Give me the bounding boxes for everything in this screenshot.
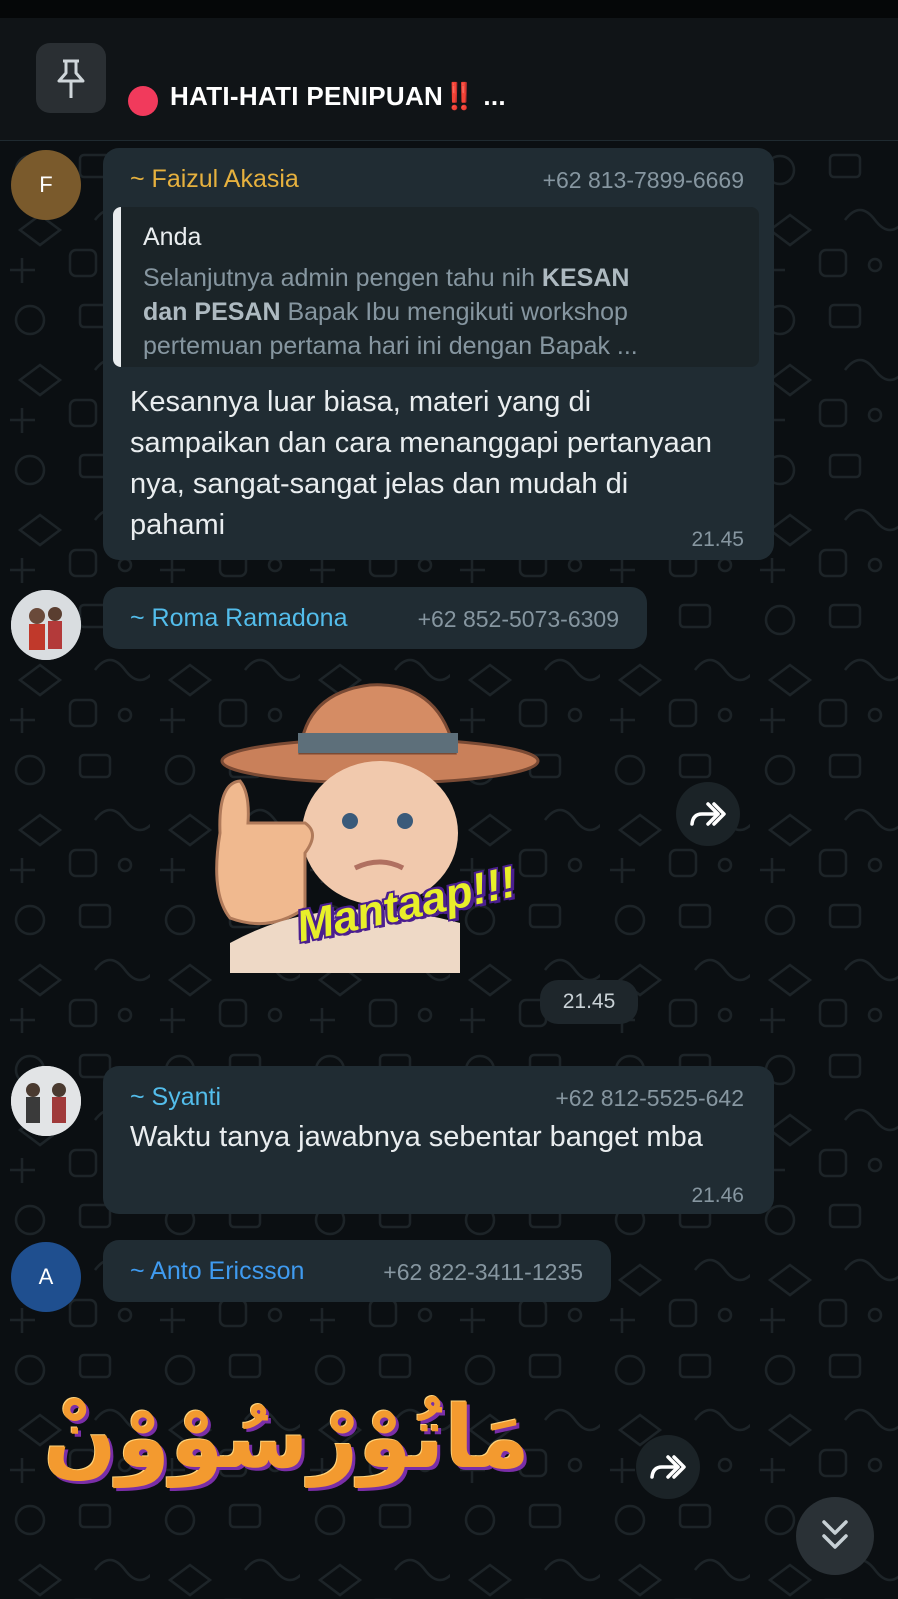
- status-strip: [0, 0, 898, 18]
- avatar[interactable]: [11, 590, 81, 660]
- sender-name[interactable]: ~ Faizul Akasia: [130, 165, 299, 194]
- message-time: 21.45: [691, 528, 744, 551]
- avatar[interactable]: A: [11, 1242, 81, 1312]
- quote-line: pertemuan pertama hari ini dengan Bapak …: [143, 332, 638, 360]
- message-text: Waktu tanya jawabnya sebentar banget mba: [130, 1121, 703, 1153]
- pin-icon: [57, 59, 85, 98]
- forward-button[interactable]: [636, 1435, 700, 1499]
- scroll-to-bottom-button[interactable]: [796, 1497, 874, 1575]
- double-chevron-down-icon: [822, 1520, 848, 1549]
- message-bubble[interactable]: ~ Syanti +62 812-5525-642 Waktu tanya ja…: [103, 1066, 774, 1214]
- sender-phone: +62 813-7899-6669: [542, 167, 744, 193]
- avatar-photo: [11, 1066, 81, 1136]
- avatar[interactable]: [11, 1066, 81, 1136]
- sender-phone: +62 812-5525-642: [555, 1085, 744, 1111]
- sender-header-bubble[interactable]: ~ Roma Ramadona +62 852-5073-6309: [103, 587, 647, 649]
- sender-name[interactable]: ~ Syanti: [130, 1083, 221, 1112]
- forward-icon: [650, 1455, 686, 1479]
- pin-button[interactable]: [36, 43, 106, 113]
- message-text: Kesannya luar biasa, materi yang di samp…: [130, 386, 713, 541]
- quote-text: Selanjutnya admin pengen tahu nih KESAN …: [143, 261, 743, 363]
- message-time: 21.46: [691, 1184, 744, 1207]
- double-exclamation-icon: ‼️: [443, 81, 476, 111]
- red-circle-icon: [128, 86, 158, 116]
- forward-button[interactable]: [676, 782, 740, 846]
- quote-line: Selanjutnya admin pengen tahu nih KESAN: [143, 264, 630, 292]
- quote-author: Anda: [143, 223, 202, 251]
- avatar[interactable]: F: [11, 150, 81, 220]
- reply-quote[interactable]: Anda Selanjutnya admin pengen tahu nih K…: [113, 207, 759, 367]
- sender-phone: +62 822-3411-1235: [383, 1259, 583, 1285]
- pinned-ellipsis: ...: [483, 81, 506, 111]
- pinned-message-bar[interactable]: HATI-HATI PENIPUAN‼️ ...: [0, 18, 898, 141]
- sender-name[interactable]: ~ Anto Ericsson: [130, 1257, 304, 1286]
- sender-name[interactable]: ~ Roma Ramadona: [130, 604, 347, 633]
- arabic-text-sticker[interactable]: مَاتُوْرْسُوْوْنْ: [43, 1378, 530, 1508]
- sender-header-bubble[interactable]: ~ Anto Ericsson +62 822-3411-1235: [103, 1240, 611, 1302]
- sticker-time: 21.45: [540, 980, 638, 1024]
- avatar-letter: F: [39, 172, 53, 197]
- forward-icon: [690, 802, 726, 826]
- avatar-letter: A: [38, 1264, 54, 1289]
- avatar-photo: [11, 590, 81, 660]
- pinned-title: HATI-HATI PENIPUAN: [170, 81, 444, 111]
- sender-phone: +62 852-5073-6309: [417, 606, 619, 632]
- pinned-message-text[interactable]: HATI-HATI PENIPUAN‼️ ...: [170, 81, 506, 112]
- quote-accent-bar: [113, 207, 121, 367]
- quote-line: dan PESAN Bapak Ibu mengikuti workshop: [143, 298, 628, 326]
